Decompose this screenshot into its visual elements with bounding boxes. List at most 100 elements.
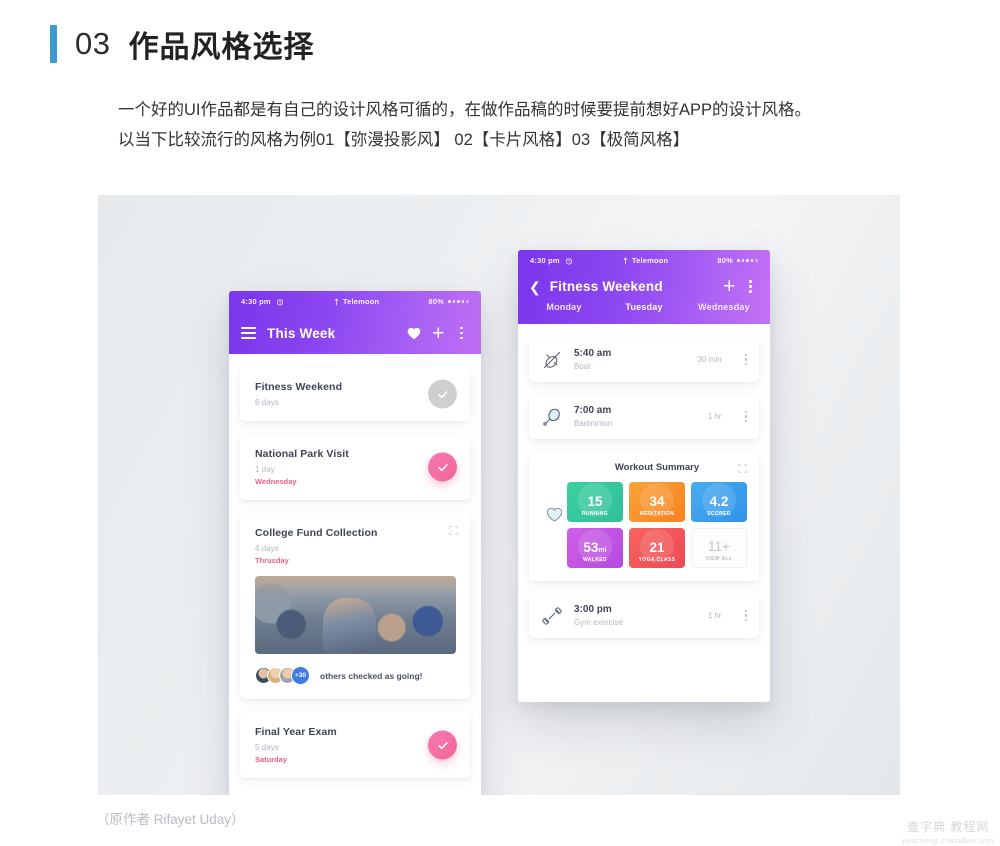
kayak-icon bbox=[541, 349, 563, 371]
task-check-button[interactable] bbox=[428, 452, 457, 482]
intro-line-2: 以当下比较流行的风格为例01【弥漫投影风】 02【卡片风格】03【极简风格】 bbox=[118, 131, 690, 149]
watermark: 查字典 教程网 jiaocheng.chazidian.com bbox=[903, 818, 994, 845]
battery-percent: 80% bbox=[717, 256, 734, 265]
summary-tile-yoga[interactable]: 21 YOGA CLASS bbox=[629, 528, 685, 568]
workout-name: Boat bbox=[574, 362, 591, 371]
status-time: 4:30 pm bbox=[241, 297, 271, 306]
workout-row[interactable]: 3:00 pm Gym exercise 1 hr bbox=[529, 593, 759, 638]
tile-value: 53mi bbox=[583, 539, 607, 555]
summary-tile-walked[interactable]: 53mi WALKED bbox=[567, 528, 623, 568]
tab-tuesday[interactable]: Tuesday bbox=[604, 302, 684, 324]
checked-in-row: +30 others checked as going! bbox=[255, 666, 456, 685]
right-phone-header: 4:30 pm Telemoon 80% ❮ Fitness Weekend +… bbox=[518, 250, 770, 324]
workout-row[interactable]: 7:00 am Badminton 1 hr bbox=[529, 394, 759, 439]
task-row[interactable]: Final Year Exam 5 days Saturday bbox=[240, 712, 470, 778]
workout-time: 5:40 am bbox=[574, 348, 612, 359]
chevron-left-icon[interactable]: ❮ bbox=[529, 280, 541, 294]
battery-dots-icon bbox=[448, 300, 469, 303]
task-row[interactable]: Fitness Weekend 6 days bbox=[240, 367, 470, 421]
kebab-icon[interactable] bbox=[744, 353, 747, 366]
right-status-bar: 4:30 pm Telemoon 80% bbox=[518, 250, 770, 271]
task-duration: 5 days bbox=[255, 743, 279, 752]
workout-summary-card: Workout Summary 15 RUNNING 34 MEDITATION… bbox=[529, 451, 759, 581]
page-title: 作品风格选择 bbox=[128, 31, 315, 64]
signal-icon bbox=[334, 298, 339, 305]
carrier-name: Telemoon bbox=[342, 297, 380, 306]
summary-tile-scored[interactable]: 4.2 SCORED bbox=[691, 482, 747, 522]
kebab-icon[interactable] bbox=[455, 326, 468, 340]
task-day: Wednesday bbox=[255, 477, 297, 486]
tile-label: WALKED bbox=[582, 557, 608, 563]
tile-value: 15 bbox=[587, 493, 603, 509]
task-check-button[interactable] bbox=[428, 379, 457, 409]
task-check-button[interactable] bbox=[428, 730, 457, 760]
avatar-overflow-badge[interactable]: +30 bbox=[291, 666, 310, 685]
task-row[interactable]: National Park Visit 1 day Wednesday bbox=[240, 434, 470, 500]
kebab-icon[interactable] bbox=[744, 609, 747, 622]
task-day: Saturday bbox=[255, 755, 288, 764]
left-status-bar: 4:30 pm Telemoon 80% bbox=[229, 291, 481, 312]
avatar-group[interactable]: +30 bbox=[255, 666, 310, 685]
heading-accent-bar bbox=[50, 25, 57, 63]
task-duration: 6 days bbox=[255, 398, 279, 407]
expand-icon[interactable] bbox=[449, 526, 458, 535]
workout-row[interactable]: 5:40 am Boat 30 min bbox=[529, 337, 759, 382]
tile-value: 21 bbox=[649, 539, 665, 555]
left-app-bar: This Week + bbox=[229, 312, 481, 354]
task-title: Fitness Weekend bbox=[255, 381, 343, 393]
carrier-name: Telemoon bbox=[631, 256, 669, 265]
status-time: 4:30 pm bbox=[530, 256, 560, 265]
phone-mockup-fitness-weekend: 4:30 pm Telemoon 80% ❮ Fitness Weekend +… bbox=[518, 250, 770, 702]
workout-name: Badminton bbox=[574, 419, 613, 428]
summary-tiles: 15 RUNNING 34 MEDITATION 4.2 SCORED 53mi… bbox=[567, 482, 747, 568]
plus-icon[interactable]: + bbox=[723, 276, 735, 297]
watermark-url: jiaocheng.chazidian.com bbox=[902, 836, 994, 845]
hamburger-icon[interactable] bbox=[241, 327, 256, 339]
task-title: Final Year Exam bbox=[255, 726, 337, 738]
summary-tile-meditation[interactable]: 34 MEDITATION bbox=[629, 482, 685, 522]
task-list: Fitness Weekend 6 days National Park Vis… bbox=[229, 354, 481, 778]
heading-number: 03 bbox=[75, 26, 111, 61]
heart-icon[interactable] bbox=[407, 327, 421, 340]
kebab-icon[interactable] bbox=[744, 410, 747, 423]
right-appbar-title: Fitness Weekend bbox=[549, 279, 663, 294]
battery-percent: 80% bbox=[428, 297, 445, 306]
summary-tile-running[interactable]: 15 RUNNING bbox=[567, 482, 623, 522]
task-photo bbox=[255, 576, 456, 654]
task-title: National Park Visit bbox=[255, 448, 349, 460]
tile-label: VIEW ALL bbox=[705, 556, 733, 562]
task-title: College Fund Collection bbox=[255, 527, 378, 539]
right-app-bar: ❮ Fitness Weekend + bbox=[518, 271, 770, 302]
task-duration: 1 day bbox=[255, 465, 275, 474]
day-tabs: Monday Tuesday Wednesday bbox=[518, 302, 770, 324]
watermark-title: 查字典 教程网 bbox=[907, 820, 990, 834]
task-row-with-photo[interactable]: College Fund Collection 4 days Thrusday … bbox=[240, 513, 470, 699]
kebab-icon[interactable] bbox=[744, 280, 757, 293]
plus-icon[interactable]: + bbox=[432, 323, 444, 344]
task-duration: 4 days bbox=[255, 544, 279, 553]
showcase-stage: 4:30 pm Telemoon 80% This Week + Fitness… bbox=[98, 195, 900, 795]
left-appbar-title: This Week bbox=[267, 325, 336, 341]
workout-time: 3:00 pm bbox=[574, 604, 612, 615]
racket-icon bbox=[541, 406, 563, 428]
workout-duration: 1 hr bbox=[707, 412, 722, 421]
workout-list: 5:40 am Boat 30 min 7:00 am Badminton 1 … bbox=[518, 324, 770, 638]
heart-outline-icon bbox=[541, 507, 567, 523]
tile-label: MEDITATION bbox=[639, 511, 675, 517]
tile-value: 11+ bbox=[708, 538, 730, 554]
workout-name: Gym exercise bbox=[574, 618, 623, 627]
page-heading: 03 作品风格选择 bbox=[50, 22, 314, 66]
dumbbell-icon bbox=[541, 605, 563, 627]
tab-monday[interactable]: Monday bbox=[524, 302, 604, 324]
tile-value: 4.2 bbox=[709, 493, 729, 509]
workout-time: 7:00 am bbox=[574, 405, 612, 416]
tile-label: SCORED bbox=[707, 511, 731, 517]
signal-icon bbox=[623, 257, 628, 264]
phone-mockup-this-week: 4:30 pm Telemoon 80% This Week + Fitness… bbox=[229, 291, 481, 795]
summary-title: Workout Summary bbox=[614, 462, 700, 473]
alarm-icon bbox=[276, 298, 283, 305]
intro-paragraph: 一个好的UI作品都是有自己的设计风格可循的，在做作品稿的时候要提前想好APP的设… bbox=[118, 95, 918, 155]
expand-icon[interactable] bbox=[738, 464, 747, 473]
summary-tile-view-all[interactable]: 11+ VIEW ALL bbox=[691, 528, 747, 568]
tab-wednesday[interactable]: Wednesday bbox=[684, 302, 764, 324]
